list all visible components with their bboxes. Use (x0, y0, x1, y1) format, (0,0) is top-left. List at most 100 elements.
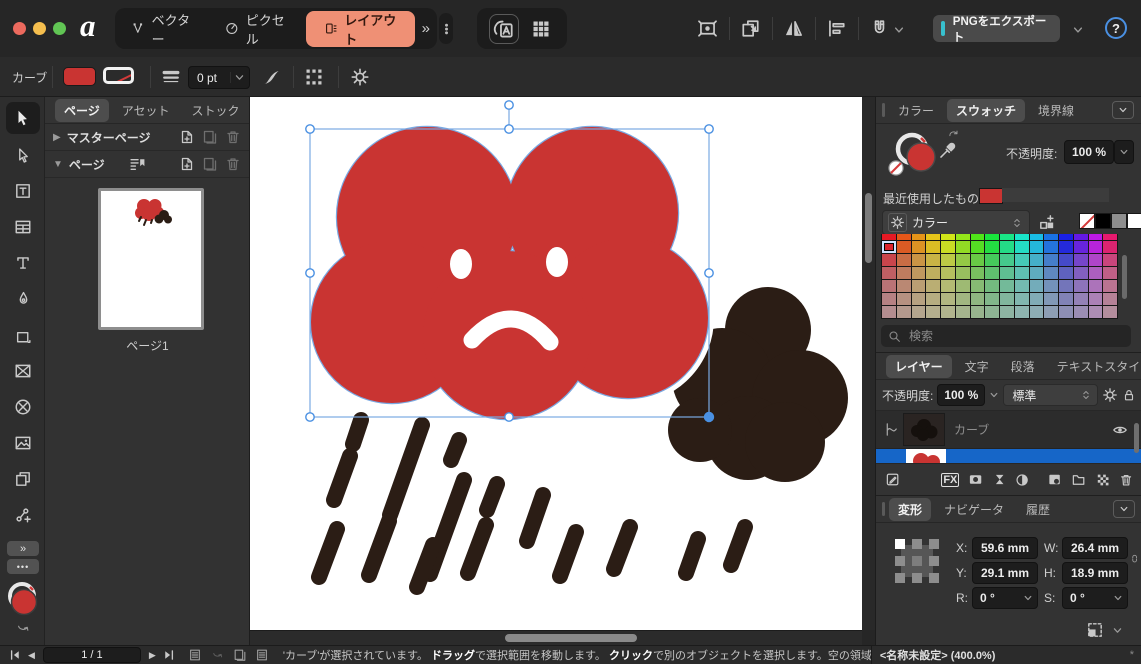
swatch-cell[interactable] (1015, 254, 1029, 266)
swatch-black[interactable] (1095, 213, 1111, 229)
anchor-top-left[interactable] (895, 539, 905, 549)
duplicate-page-icon[interactable] (202, 156, 218, 172)
duplicate-icon[interactable] (740, 18, 761, 39)
swatch-cell[interactable] (1030, 241, 1044, 253)
point-transform-tool[interactable] (6, 499, 40, 531)
layer-row-selected[interactable] (876, 449, 1141, 463)
tab-color[interactable]: カラー (889, 99, 943, 122)
swatch-cell[interactable] (897, 234, 911, 240)
swatch-cell[interactable] (1089, 306, 1103, 318)
panel-drag-handle[interactable] (882, 103, 885, 117)
swatch-cell[interactable] (1089, 267, 1103, 279)
swatch-cell[interactable] (941, 293, 955, 305)
snapping-chevron-icon[interactable] (893, 24, 905, 36)
swatch-cell[interactable] (1059, 234, 1073, 240)
swatch-cell[interactable] (971, 306, 985, 318)
horizontal-scrollbar-track[interactable] (250, 630, 862, 645)
swatch-cell[interactable] (1089, 254, 1103, 266)
stroke-color-swatch[interactable] (103, 67, 134, 84)
h-field[interactable]: 18.9 mm (1062, 562, 1128, 584)
swatch-cell[interactable] (912, 234, 926, 240)
swatch-cell[interactable] (1103, 306, 1117, 318)
swatch-gray[interactable] (1111, 213, 1127, 229)
swatch-cell[interactable] (1015, 280, 1029, 292)
swatch-cell[interactable] (912, 254, 926, 266)
swatch-cell[interactable] (882, 234, 896, 240)
tab-persona-vector[interactable]: ベクター (115, 10, 209, 48)
mask-icon[interactable] (968, 471, 983, 488)
swatch-cell[interactable] (1089, 280, 1103, 292)
page-thumbnail[interactable] (98, 188, 204, 330)
rectangle-tool[interactable] (6, 321, 40, 353)
tab-stock[interactable]: ストック (183, 99, 249, 122)
text-frame-preset-icon[interactable] (493, 18, 515, 40)
palette-gear-icon[interactable] (888, 213, 907, 232)
swatch-cell[interactable] (1000, 306, 1014, 318)
swatch-cell[interactable] (897, 254, 911, 266)
page-number-field[interactable]: 1 / 1 (43, 647, 141, 663)
add-swatch-icon[interactable] (1038, 213, 1056, 231)
panel-options-button[interactable] (1113, 500, 1135, 518)
swatch-cell[interactable] (926, 241, 940, 253)
swatch-cell[interactable] (1030, 254, 1044, 266)
eyedropper-icon[interactable] (938, 141, 957, 160)
grid-preset-icon[interactable] (531, 19, 551, 39)
canvas[interactable] (250, 97, 862, 630)
group-folder-icon[interactable] (1071, 471, 1086, 488)
swatch-cell[interactable] (1074, 293, 1088, 305)
add-page-icon[interactable] (179, 156, 195, 172)
gear-icon[interactable] (350, 67, 370, 87)
swatch-cell[interactable] (1059, 241, 1073, 253)
palette-select[interactable]: カラー (882, 210, 1030, 235)
swatch-cell[interactable] (985, 234, 999, 240)
swatch-white[interactable] (1127, 213, 1141, 229)
toolbar-more-menu[interactable]: ••• (439, 13, 453, 44)
edit-layer-icon[interactable] (885, 471, 900, 488)
swatch-cell[interactable] (912, 280, 926, 292)
tab-persona-pixel[interactable]: ピクセル (209, 10, 303, 48)
pages-tool[interactable] (6, 463, 40, 495)
swatch-cell[interactable] (1030, 306, 1044, 318)
layer-opacity-field[interactable]: 100 % (937, 384, 985, 406)
swatch-cell[interactable] (941, 280, 955, 292)
swatch-cell[interactable] (1074, 241, 1088, 253)
tab-layers[interactable]: レイヤー (886, 355, 952, 378)
swatch-cell[interactable] (971, 293, 985, 305)
add-master-page-icon[interactable] (179, 129, 195, 145)
opacity-dropdown-button[interactable] (1114, 140, 1134, 164)
picture-frame-rectangle-tool[interactable] (6, 355, 40, 387)
swatch-cell[interactable] (1089, 234, 1103, 240)
swatch-cell[interactable] (1059, 293, 1073, 305)
rotation-handle[interactable] (505, 101, 513, 109)
swatch-cell[interactable] (1030, 234, 1044, 240)
swatch-cell[interactable] (941, 241, 955, 253)
swatch-cell[interactable] (1044, 267, 1058, 279)
swatch-cell[interactable] (1044, 254, 1058, 266)
swatch-cell[interactable] (1074, 234, 1088, 240)
move-tool[interactable] (6, 102, 40, 134)
swatch-cell[interactable] (956, 280, 970, 292)
swatch-cell[interactable] (1044, 280, 1058, 292)
swatch-cell[interactable] (985, 280, 999, 292)
swatch-cell[interactable] (1044, 293, 1058, 305)
tab-swatches[interactable]: スウォッチ (947, 99, 1025, 122)
spread-icon[interactable] (233, 648, 247, 662)
tab-transform[interactable]: 変形 (889, 498, 931, 521)
insert-pages-icon[interactable] (129, 156, 146, 173)
swatch-cell[interactable] (1030, 293, 1044, 305)
frame-text-tool[interactable] (6, 175, 40, 207)
swatch-grid-scrollbar[interactable] (1122, 255, 1127, 299)
swatch-cell[interactable] (912, 241, 926, 253)
swatch-cell[interactable] (897, 306, 911, 318)
fill-stroke-indicator[interactable] (884, 127, 940, 179)
swatch-cell[interactable] (926, 254, 940, 266)
swatch-cell[interactable] (882, 241, 896, 253)
tab-assets[interactable]: アセット (113, 99, 179, 122)
swatch-cell[interactable] (897, 267, 911, 279)
r-field[interactable]: 0 ° (972, 587, 1038, 609)
tab-paragraph[interactable]: 段落 (1002, 355, 1044, 378)
delete-page-icon[interactable] (225, 156, 241, 172)
pen-tool[interactable] (6, 283, 40, 315)
swatch-cell[interactable] (926, 234, 940, 240)
table-tool[interactable] (6, 211, 40, 243)
